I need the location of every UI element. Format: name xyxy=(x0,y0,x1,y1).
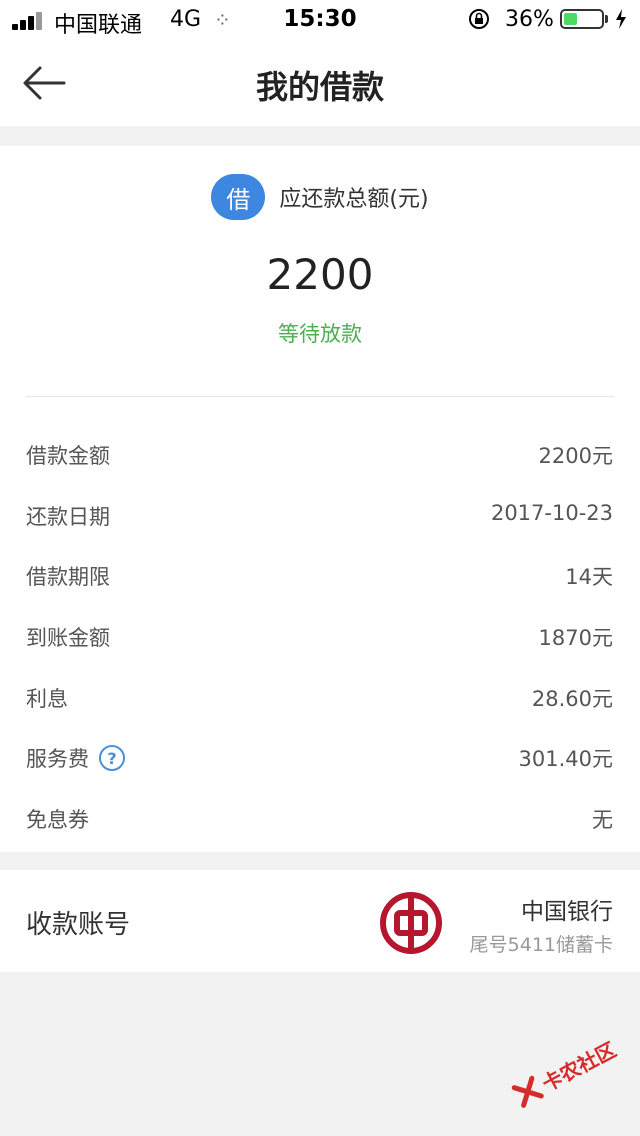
detail-row-received-amount: 到账金额 1870元 xyxy=(0,606,640,667)
detail-label: 到账金额 xyxy=(26,626,110,651)
loan-status: 等待放款 xyxy=(278,322,362,346)
detail-label: 借款期限 xyxy=(26,565,110,590)
loan-summary-card: 借 应还款总额(元) 2200 等待放款 借款金额 2200元 还款日期 201… xyxy=(0,146,640,852)
nav-bar: 我的借款 xyxy=(0,40,640,126)
detail-label: 还款日期 xyxy=(26,504,110,529)
total-label: 应还款总额(元) xyxy=(279,187,429,212)
question-circle-icon[interactable]: ? xyxy=(99,745,125,772)
detail-row-loan-term: 借款期限 14天 xyxy=(0,545,640,606)
detail-label-with-help: 服务费 ? xyxy=(26,743,125,773)
detail-value: 28.60元 xyxy=(531,686,613,711)
receiving-account-row[interactable]: 收款账号 中国银行 尾号5411储蓄卡 xyxy=(0,870,640,972)
battery-level-fill xyxy=(564,13,577,25)
page-title: 我的借款 xyxy=(255,68,384,106)
card-tail-number: 尾号5411储蓄卡 xyxy=(469,934,613,956)
total-header: 借 应还款总额(元) xyxy=(0,174,640,222)
battery-icon xyxy=(560,9,604,29)
page: 中国联通 4G ⁘ 15:30 36% 我的借款 借 应还款总额(元) 2200… xyxy=(0,0,640,1136)
battery-percent: 36% xyxy=(505,7,554,32)
battery-tip xyxy=(605,15,608,23)
detail-value: 1870元 xyxy=(538,626,613,651)
detail-value: 301.40元 xyxy=(518,747,613,772)
detail-value: 2200元 xyxy=(538,444,613,468)
detail-row-interest: 利息 28.60元 xyxy=(0,667,640,728)
rotation-lock-icon xyxy=(469,9,489,29)
divider xyxy=(26,396,614,397)
watermark-text: 卡农社区 xyxy=(537,1037,620,1096)
bank-name: 中国银行 xyxy=(521,899,613,925)
loan-details-list: 借款金额 2200元 还款日期 2017-10-23 借款期限 14天 到账金额… xyxy=(0,424,640,849)
detail-row-service-fee: 服务费 ? 301.40元 xyxy=(0,727,640,788)
detail-value: 无 xyxy=(592,808,613,833)
detail-row-repayment-date: 还款日期 2017-10-23 xyxy=(0,485,640,546)
total-amount: 2200 xyxy=(266,250,374,299)
detail-row-loan-amount: 借款金额 2200元 xyxy=(0,424,640,485)
detail-label: 利息 xyxy=(26,686,68,711)
status-bar: 中国联通 4G ⁘ 15:30 36% xyxy=(0,0,640,40)
detail-label-text: 服务费 xyxy=(26,747,89,772)
detail-label: 免息券 xyxy=(26,808,89,833)
detail-row-coupon: 免息券 无 xyxy=(0,788,640,849)
detail-label: 借款金额 xyxy=(26,444,110,468)
bank-of-china-logo xyxy=(380,892,442,954)
detail-value: 2017-10-23 xyxy=(490,500,613,525)
loan-badge-icon: 借 xyxy=(211,174,266,220)
charging-bolt-icon xyxy=(616,9,626,29)
detail-value: 14天 xyxy=(565,565,613,590)
account-label: 收款账号 xyxy=(26,910,131,940)
watermark: 卡农社区 xyxy=(505,1024,626,1120)
